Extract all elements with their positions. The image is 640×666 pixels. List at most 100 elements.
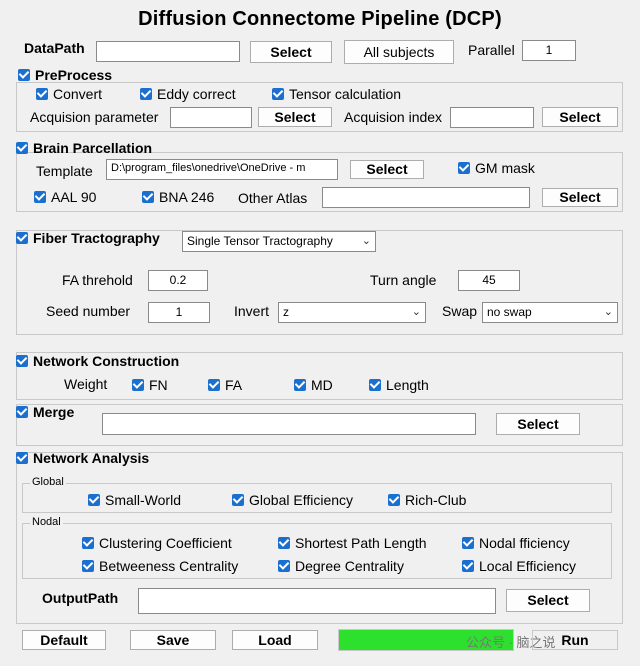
eddy-correct-label: Eddy correct — [157, 86, 236, 102]
checkbox-icon — [18, 69, 30, 81]
weight-fa-label: FA — [225, 377, 243, 393]
invert-dropdown[interactable]: z ⌄ — [278, 302, 426, 323]
template-select-button[interactable]: Select — [350, 160, 424, 179]
clustering-coefficient-checkbox[interactable]: Clustering Coefficient — [82, 535, 232, 551]
acq-index-select-button[interactable]: Select — [542, 107, 618, 127]
checkbox-icon — [142, 191, 154, 203]
tensor-calculation-checkbox[interactable]: Tensor calculation — [272, 86, 401, 102]
checkbox-icon — [294, 379, 306, 391]
checkbox-icon — [462, 537, 474, 549]
chevron-down-icon: ⌄ — [603, 306, 613, 318]
datapath-input[interactable] — [96, 41, 240, 62]
checkbox-icon — [132, 379, 144, 391]
global-label: Global — [30, 476, 66, 488]
fa-threshold-input[interactable]: 0.2 — [148, 270, 208, 291]
swap-value: no swap — [487, 305, 532, 319]
other-atlas-select-button[interactable]: Select — [542, 188, 618, 207]
global-efficiency-checkbox[interactable]: Global Efficiency — [232, 492, 353, 508]
weight-fn-label: FN — [149, 377, 168, 393]
turn-angle-input[interactable]: 45 — [458, 270, 520, 291]
weight-label: Weight — [64, 376, 108, 392]
weight-md-checkbox[interactable]: MD — [294, 377, 333, 393]
turn-angle-label: Turn angle — [370, 272, 437, 288]
seed-number-label: Seed number — [46, 303, 131, 319]
parcellation-checkbox[interactable]: Brain Parcellation — [16, 140, 152, 156]
fa-threshold-label: FA threhold — [62, 272, 133, 288]
checkbox-icon — [272, 88, 284, 100]
gm-mask-checkbox[interactable]: GM mask — [458, 160, 535, 176]
checkbox-icon — [16, 355, 28, 367]
bna246-label: BNA 246 — [159, 189, 215, 205]
eddy-correct-checkbox[interactable]: Eddy correct — [140, 86, 236, 102]
tractography-checkbox[interactable]: Fiber Tractography — [16, 230, 160, 246]
tractography-method-dropdown[interactable]: Single Tensor Tractography ⌄ — [182, 231, 376, 252]
degree-centrality-label: Degree Centrality — [295, 558, 404, 574]
network-construction-checkbox[interactable]: Network Construction — [16, 353, 179, 369]
network-construction-header: Network Construction — [33, 353, 180, 369]
degree-centrality-checkbox[interactable]: Degree Centrality — [278, 558, 404, 574]
datapath-select-button[interactable]: Select — [250, 41, 332, 63]
run-button[interactable]: Run — [532, 630, 618, 650]
rich-club-checkbox[interactable]: Rich-Club — [388, 492, 466, 508]
checkbox-icon — [278, 537, 290, 549]
output-path-input[interactable] — [138, 588, 496, 614]
default-button[interactable]: Default — [22, 630, 106, 650]
convert-label: Convert — [53, 86, 103, 102]
other-atlas-input[interactable] — [322, 187, 530, 208]
merge-input[interactable] — [102, 413, 476, 435]
small-world-checkbox[interactable]: Small-World — [88, 492, 181, 508]
checkbox-icon — [34, 191, 46, 203]
checkbox-icon — [388, 494, 400, 506]
weight-length-checkbox[interactable]: Length — [369, 377, 429, 393]
acq-index-input[interactable] — [450, 107, 534, 128]
invert-label: Invert — [234, 303, 270, 319]
aal90-label: AAL 90 — [51, 189, 97, 205]
merge-header: Merge — [33, 404, 75, 420]
load-button[interactable]: Load — [232, 630, 318, 650]
checkbox-icon — [462, 560, 474, 572]
aal90-checkbox[interactable]: AAL 90 — [34, 189, 96, 205]
shortest-path-length-label: Shortest Path Length — [295, 535, 427, 551]
checkbox-icon — [88, 494, 100, 506]
local-efficiency-checkbox[interactable]: Local Efficiency — [462, 558, 576, 574]
nodal-efficiency-checkbox[interactable]: Nodal fficiency — [462, 535, 570, 551]
betweeness-centrality-label: Betweeness Centrality — [99, 558, 239, 574]
acq-param-select-button[interactable]: Select — [258, 107, 332, 127]
acq-param-input[interactable] — [170, 107, 252, 128]
save-button[interactable]: Save — [130, 630, 216, 650]
preprocess-checkbox[interactable]: PreProcess — [18, 67, 112, 83]
template-label: Template — [36, 163, 93, 179]
convert-checkbox[interactable]: Convert — [36, 86, 102, 102]
app-title: Diffusion Connectome Pipeline (DCP) — [138, 8, 502, 30]
checkbox-icon — [16, 406, 28, 418]
small-world-label: Small-World — [105, 492, 181, 508]
merge-select-button[interactable]: Select — [496, 413, 580, 435]
output-path-select-button[interactable]: Select — [506, 589, 590, 612]
shortest-path-length-checkbox[interactable]: Shortest Path Length — [278, 535, 427, 551]
tensor-calculation-label: Tensor calculation — [289, 86, 402, 102]
parallel-input[interactable]: 1 — [522, 40, 576, 61]
nodal-efficiency-label: Nodal fficiency — [479, 535, 570, 551]
other-atlas-label: Other Atlas — [238, 190, 308, 206]
weight-fa-checkbox[interactable]: FA — [208, 377, 242, 393]
parcellation-header: Brain Parcellation — [33, 140, 153, 156]
checkbox-icon — [458, 162, 470, 174]
checkbox-icon — [16, 452, 28, 464]
parallel-label: Parallel — [468, 42, 515, 58]
weight-fn-checkbox[interactable]: FN — [132, 377, 168, 393]
checkbox-icon — [16, 142, 28, 154]
all-subjects-button[interactable]: All subjects — [344, 40, 454, 64]
invert-value: z — [283, 305, 289, 319]
chevron-down-icon: ⌄ — [411, 306, 421, 318]
chevron-down-icon: ⌄ — [361, 235, 371, 247]
seed-number-input[interactable]: 1 — [148, 302, 210, 323]
merge-checkbox[interactable]: Merge — [16, 404, 74, 420]
checkbox-icon — [208, 379, 220, 391]
network-analysis-checkbox[interactable]: Network Analysis — [16, 450, 149, 466]
template-input[interactable]: D:\program_files\onedrive\OneDrive - m — [106, 159, 338, 180]
betweeness-centrality-checkbox[interactable]: Betweeness Centrality — [82, 558, 238, 574]
datapath-label: DataPath — [24, 40, 85, 56]
swap-dropdown[interactable]: no swap ⌄ — [482, 302, 618, 323]
global-efficiency-label: Global Efficiency — [249, 492, 354, 508]
bna246-checkbox[interactable]: BNA 246 — [142, 189, 214, 205]
